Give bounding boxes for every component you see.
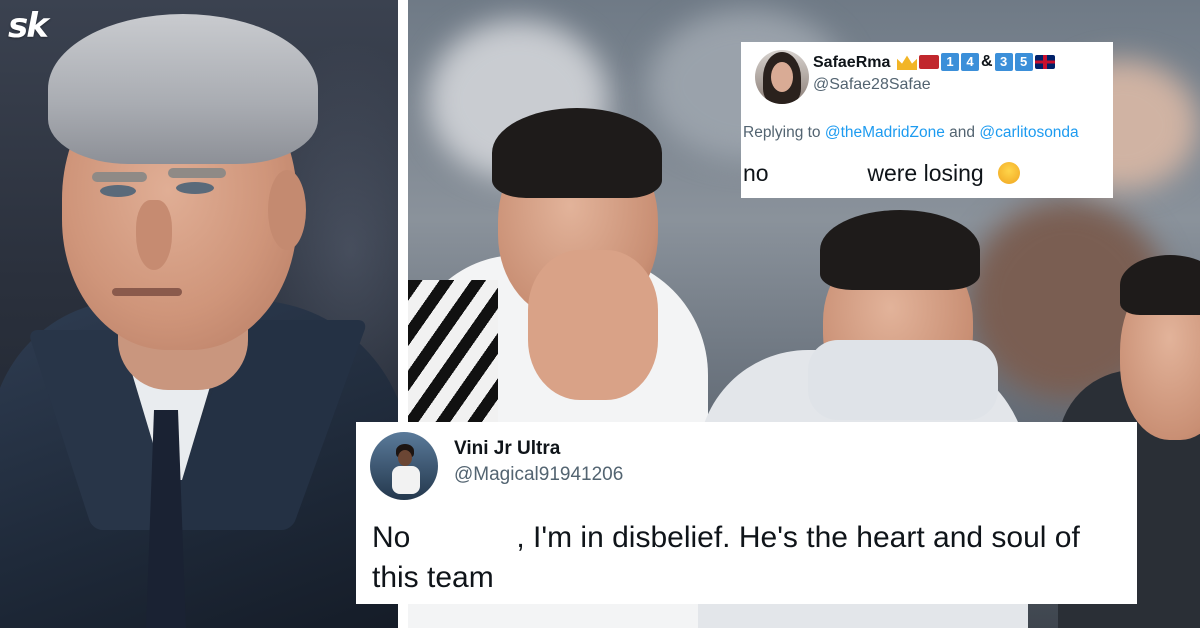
nose [136, 200, 172, 270]
ampersand: & [981, 53, 993, 70]
tweet-text: No , I'm in disbelief. He's the heart an… [372, 518, 1132, 598]
tweet-text-start: No [372, 521, 411, 554]
mention-link[interactable]: @carlitosonda [979, 124, 1078, 141]
number-badge: 4 [961, 53, 979, 71]
fan-hair [820, 210, 980, 290]
tweet-text-start: no [743, 160, 769, 186]
morocco-flag-icon [919, 55, 939, 69]
number-badge: 5 [1014, 53, 1033, 71]
ear [268, 170, 306, 250]
eye-left [100, 185, 136, 197]
number-badge: 3 [994, 53, 1013, 71]
avatar-face [398, 450, 412, 466]
tweet-card[interactable]: SafaeRma 1 4 & 3 5 @Safae28Safae Replyin… [741, 42, 1113, 198]
eyebrow-left [92, 172, 147, 182]
tweet-text-end: were losing [867, 160, 984, 186]
redacted-word [774, 160, 861, 187]
number-badge: 1 [941, 53, 959, 71]
fan-hands [528, 250, 658, 400]
shirt-stripes [408, 280, 498, 430]
uk-flag-icon [1034, 55, 1055, 69]
reply-context: Replying to @theMadridZone and @carlitos… [743, 124, 1079, 142]
sk-logo: sk [8, 6, 49, 46]
thinking-emoji-icon [998, 162, 1021, 184]
eye-right [176, 182, 214, 194]
left-photo: sk [0, 0, 398, 628]
tweet-card[interactable]: Vini Jr Ultra @Magical91941206 No , I'm … [356, 422, 1137, 604]
display-name[interactable]: SafaeRma [813, 54, 890, 72]
fan-hair [1120, 255, 1200, 315]
avatar-face [771, 62, 793, 92]
display-name[interactable]: Vini Jr Ultra [454, 438, 560, 460]
crown-icon [897, 55, 917, 70]
fan-scarf [808, 340, 998, 420]
avatar[interactable] [370, 432, 438, 500]
eyebrow-right [168, 168, 226, 178]
reply-prefix: Replying to [743, 124, 821, 141]
mention-link[interactable]: @theMadridZone [825, 124, 945, 141]
tweet-text: no were losing [743, 160, 1021, 187]
reply-and: and [949, 124, 976, 141]
avatar-shirt [392, 466, 420, 494]
mouth [112, 288, 182, 296]
handle[interactable]: @Magical91941206 [454, 464, 623, 486]
avatar[interactable] [755, 50, 809, 104]
hair [48, 14, 318, 164]
name-badges: 1 4 & 3 5 [897, 53, 1055, 71]
handle[interactable]: @Safae28Safae [813, 76, 931, 94]
fan-hair [492, 108, 662, 198]
redacted-word [410, 518, 517, 558]
